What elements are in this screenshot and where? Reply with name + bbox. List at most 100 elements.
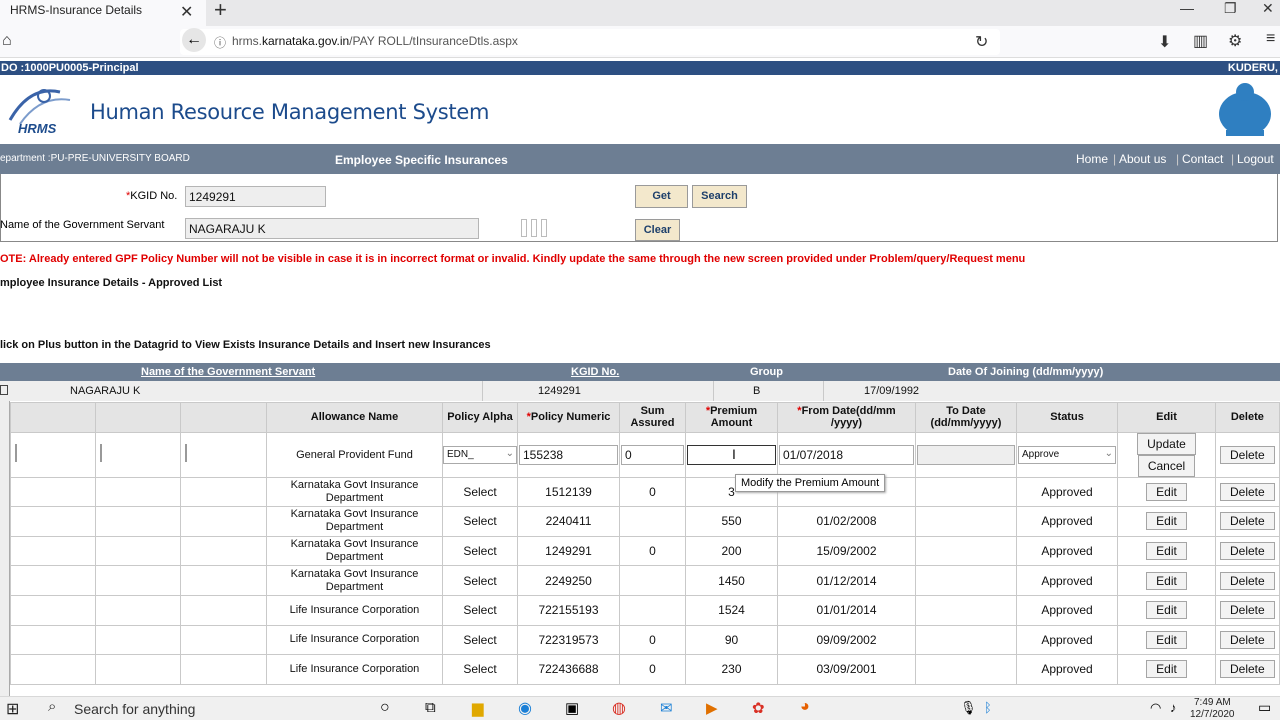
update-button[interactable]: Update: [1137, 432, 1196, 455]
microphone-icon[interactable]: 🎙: [960, 700, 977, 716]
bluetooth-icon[interactable]: ᛒ: [984, 700, 992, 715]
sum-assured-input[interactable]: 0: [621, 444, 684, 465]
edit-button[interactable]: Edit: [1146, 571, 1187, 590]
kgid-input[interactable]: 1249291: [185, 186, 326, 207]
input-stub[interactable]: [100, 444, 102, 463]
edit-allowance-name: General Provident Fund: [266, 431, 443, 478]
windows-start-icon[interactable]: ⊞: [6, 699, 19, 719]
home-icon[interactable]: ⌂: [2, 32, 12, 50]
delete-button[interactable]: Delete: [1220, 482, 1275, 501]
name-input[interactable]: NAGARAJU K: [185, 218, 479, 239]
task-view-icon[interactable]: ⧉: [425, 699, 436, 716]
hrms-logo: HRMS: [8, 89, 71, 136]
clear-button[interactable]: Clear: [635, 219, 680, 241]
input-stub[interactable]: [15, 444, 17, 463]
minimize-icon[interactable]: —: [1180, 0, 1194, 16]
th-sum-assured: Sum Assured: [619, 402, 686, 433]
search-icon[interactable]: ⌕: [48, 698, 56, 715]
nav-logout-link[interactable]: Logout: [1237, 152, 1274, 166]
row-from-date: 03/09/2001: [777, 654, 916, 685]
maximize-icon[interactable]: ❐: [1224, 0, 1237, 17]
approved-list-label: mployee Insurance Details - Approved Lis…: [0, 277, 223, 289]
minus-expand-icon[interactable]: [0, 385, 8, 395]
paint-icon[interactable]: ✿: [752, 699, 765, 717]
notifications-icon[interactable]: ▭: [1258, 699, 1271, 716]
input-stub[interactable]: [185, 444, 187, 463]
row-policy-alpha: Select: [442, 594, 518, 626]
clock-time[interactable]: 7:49 AM: [1194, 697, 1231, 708]
edit-button[interactable]: Edit: [1146, 660, 1187, 679]
divider: [713, 381, 714, 401]
delete-button[interactable]: Delete: [1220, 630, 1275, 649]
nav-about-link[interactable]: About us: [1119, 152, 1166, 166]
menu-icon[interactable]: ≡: [1266, 30, 1275, 48]
delete-button[interactable]: Delete: [1220, 542, 1275, 561]
media-icon[interactable]: ▶: [706, 699, 718, 717]
row-sum-assured: 0: [619, 624, 686, 656]
file-explorer-icon[interactable]: ▆: [472, 699, 484, 717]
reload-icon[interactable]: ↻: [975, 32, 988, 52]
header-kgid[interactable]: KGID No.: [571, 366, 619, 378]
row-premium: 90: [685, 624, 778, 656]
row-from-date: 01/02/2008: [777, 506, 916, 537]
table-header-row: Allowance Name Policy Alpha *Policy Nume…: [10, 402, 1280, 433]
extension-icon[interactable]: ⚙: [1228, 31, 1242, 51]
edit-button[interactable]: Edit: [1146, 542, 1187, 561]
store-icon[interactable]: ▣: [565, 699, 579, 717]
delete-button[interactable]: Delete: [1220, 601, 1275, 620]
get-button[interactable]: Get: [635, 185, 688, 208]
site-title: Human Resource Management System: [90, 100, 490, 124]
grid-left-gutter: [0, 401, 10, 696]
header-servant-name[interactable]: Name of the Government Servant: [141, 366, 315, 378]
sidebar-icon[interactable]: ▥: [1193, 31, 1208, 51]
mail-icon[interactable]: ✉: [660, 699, 673, 717]
th-policy-numeric: *Policy Numeric: [517, 402, 620, 433]
nav-contact-link[interactable]: Contact: [1182, 152, 1223, 166]
edit-button[interactable]: Edit: [1146, 630, 1187, 649]
taskbar-search-box[interactable]: Search for anything: [74, 701, 195, 717]
clock-date[interactable]: 12/7/2020: [1190, 709, 1235, 720]
nav-home-link[interactable]: Home: [1076, 152, 1108, 166]
edit-button[interactable]: Edit: [1146, 601, 1187, 620]
click-hint: lick on Plus button in the Datagrid to V…: [0, 339, 491, 351]
subheader-bar: epartment :PU-PRE-UNIVERSITY BOARD Emplo…: [0, 144, 1280, 174]
table-row: Karnataka Govt Insurance Department Selec…: [10, 506, 1280, 537]
info-icon[interactable]: ⓘ: [214, 34, 226, 51]
delete-button[interactable]: Delete: [1220, 571, 1275, 590]
cancel-button[interactable]: Cancel: [1137, 454, 1196, 477]
location-text: KUDERU,: [1227, 62, 1278, 74]
delete-button[interactable]: Delete: [1220, 512, 1275, 531]
edge-icon[interactable]: ◉: [518, 698, 532, 718]
download-icon[interactable]: ⬇: [1158, 32, 1171, 52]
delete-button[interactable]: Delete: [1220, 660, 1275, 679]
from-date-input[interactable]: 01/07/2018: [779, 444, 914, 465]
search-button[interactable]: Search: [692, 185, 747, 208]
edit-button[interactable]: Edit: [1146, 482, 1187, 501]
chrome-icon[interactable]: ◍: [612, 698, 626, 718]
grid-header: Name of the Government Servant KGID No. …: [0, 363, 1280, 381]
table-row: Life Insurance Corporation Select 72215519…: [10, 594, 1280, 626]
row-premium: 230: [685, 654, 778, 685]
window-close-icon[interactable]: ✕: [1262, 0, 1274, 17]
to-date-input[interactable]: [917, 444, 1015, 465]
policy-numeric-input[interactable]: 155238: [519, 444, 618, 465]
close-tab-icon[interactable]: ✕: [180, 2, 193, 22]
row-premium: 1524: [685, 594, 778, 626]
row-allowance-name: Life Insurance Corporation: [266, 654, 443, 685]
nav-separator: |: [1231, 152, 1235, 166]
new-tab-icon[interactable]: +: [214, 0, 227, 23]
page-top-bar: DO :1000PU0005-Principal KUDERU,: [0, 61, 1280, 75]
browser-tab[interactable]: HRMS-Insurance Details: [0, 0, 206, 26]
cortana-icon[interactable]: ○: [380, 699, 390, 717]
nav-separator: |: [1176, 152, 1180, 166]
edit-button[interactable]: Edit: [1146, 512, 1187, 531]
status-select[interactable]: Approve ⌄: [1018, 445, 1116, 464]
firefox-icon[interactable]: ◕: [800, 698, 810, 716]
delete-button[interactable]: Delete: [1220, 445, 1275, 464]
row-to-date: [915, 594, 1017, 626]
back-icon[interactable]: ←: [182, 28, 206, 52]
policy-alpha-select[interactable]: EDN_ ⌄: [443, 445, 517, 464]
wifi-icon[interactable]: ◠: [1150, 700, 1161, 716]
premium-amount-input[interactable]: I: [687, 444, 776, 465]
volume-icon[interactable]: ♪: [1170, 700, 1177, 715]
